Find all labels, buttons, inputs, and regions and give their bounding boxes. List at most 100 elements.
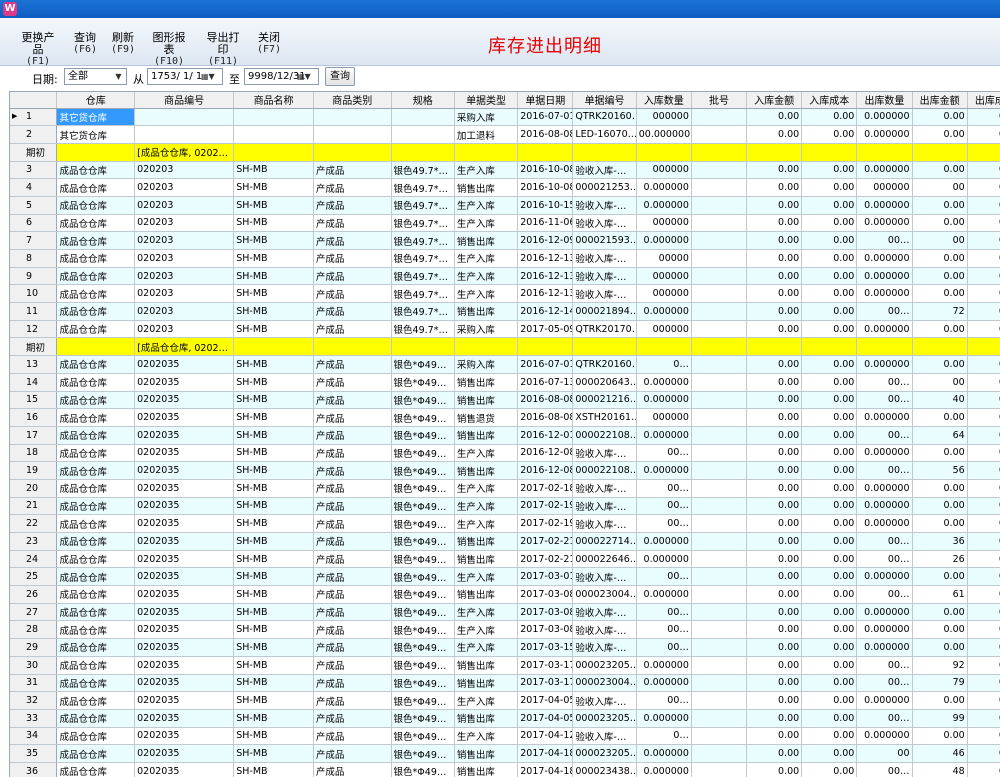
table-cell[interactable]: 销售出库 bbox=[454, 656, 519, 675]
table-cell[interactable]: 产成品 bbox=[313, 514, 392, 533]
table-cell[interactable]: 0.00 bbox=[801, 461, 858, 480]
row-header[interactable]: 23 bbox=[10, 532, 58, 551]
table-cell[interactable] bbox=[746, 337, 803, 357]
table-cell[interactable]: [成品仓仓库, 0202… bbox=[134, 337, 235, 357]
table-cell[interactable]: 银色*Φ49… bbox=[391, 709, 455, 728]
table-cell[interactable]: 银色49.7*… bbox=[391, 161, 455, 180]
table-cell[interactable]: 0202035 bbox=[134, 674, 235, 693]
table-cell[interactable] bbox=[691, 178, 748, 197]
table-cell[interactable]: 00… bbox=[636, 479, 692, 498]
table-cell[interactable]: 2017-04-05 bbox=[517, 691, 574, 710]
table-cell[interactable]: 产成品 bbox=[313, 585, 392, 604]
table-row[interactable]: 4 成品仓仓库 020203 SH-MB 产成品 银色49.7*… 销售出库 2016-10-… bbox=[10, 178, 1000, 197]
table-cell[interactable]: 销售出库 bbox=[454, 532, 519, 551]
table-cell[interactable]: 产成品 bbox=[313, 479, 392, 498]
table-cell[interactable]: 产成品 bbox=[313, 638, 392, 657]
table-cell[interactable]: LED-16070… bbox=[572, 125, 637, 144]
table-cell[interactable]: SH-MB bbox=[233, 497, 314, 516]
table-cell[interactable]: 0.00 bbox=[801, 249, 858, 268]
table-cell[interactable]: 0202035 bbox=[134, 603, 235, 622]
table-cell[interactable]: 验收入库-… bbox=[572, 567, 637, 587]
table-cell[interactable] bbox=[691, 143, 748, 162]
table-cell[interactable]: 000000 bbox=[636, 161, 692, 180]
table-cell[interactable]: 销售出库 bbox=[454, 178, 519, 197]
table-cell[interactable]: 0.00 bbox=[967, 355, 1000, 374]
table-cell[interactable] bbox=[233, 108, 314, 127]
table-cell[interactable]: 0.00 bbox=[801, 620, 858, 640]
table-cell[interactable]: 2017-02-18 bbox=[517, 479, 574, 498]
table-cell[interactable]: 银色*Φ49… bbox=[391, 373, 455, 392]
table-cell[interactable]: 0.000000 bbox=[856, 567, 913, 587]
table-cell[interactable] bbox=[691, 497, 748, 516]
table-cell[interactable] bbox=[517, 143, 574, 162]
table-cell[interactable]: 0.00 bbox=[912, 603, 968, 622]
table-cell[interactable]: SH-MB bbox=[233, 727, 314, 746]
row-header[interactable]: 19 bbox=[10, 461, 58, 480]
table-cell[interactable]: 00.000000 bbox=[636, 125, 692, 144]
row-header[interactable]: 34 bbox=[10, 727, 58, 746]
table-cell[interactable]: 成品仓仓库 bbox=[56, 567, 136, 587]
table-row[interactable]: 7 成品仓仓库 020203 SH-MB 产成品 银色49.7*… 销售出库 2016-12-… bbox=[10, 231, 1000, 250]
table-cell[interactable] bbox=[746, 143, 803, 162]
table-cell[interactable]: 成品仓仓库 bbox=[56, 691, 136, 710]
table-cell[interactable]: 000023004… bbox=[572, 585, 637, 604]
table-cell[interactable]: 0.00 bbox=[746, 267, 803, 286]
table-cell[interactable]: 成品仓仓库 bbox=[56, 214, 136, 233]
table-cell[interactable]: 0202035 bbox=[134, 585, 235, 604]
table-cell[interactable]: 成品仓仓库 bbox=[56, 479, 136, 498]
row-header[interactable]: 36 bbox=[10, 762, 58, 777]
table-cell[interactable]: 0.00 bbox=[801, 125, 858, 144]
table-cell[interactable] bbox=[801, 337, 858, 357]
table-cell[interactable]: 00… bbox=[636, 691, 692, 710]
table-cell[interactable]: 0.00 bbox=[967, 497, 1000, 516]
table-cell[interactable]: 00… bbox=[636, 444, 692, 463]
table-cell[interactable]: SH-MB bbox=[233, 426, 314, 445]
table-cell[interactable]: 销售出库 bbox=[454, 550, 519, 569]
table-cell[interactable]: 000023205… bbox=[572, 709, 637, 728]
table-cell[interactable]: 0.00 bbox=[967, 391, 1000, 410]
table-cell[interactable]: 0.00 bbox=[801, 691, 858, 710]
table-cell[interactable]: 0.00 bbox=[967, 709, 1000, 728]
table-row[interactable]: 11 成品仓仓库 020203 SH-MB 产成品 银色49.7*… 销售出库 2016-12… bbox=[10, 302, 1000, 321]
table-cell[interactable]: 0.00 bbox=[801, 302, 858, 321]
table-cell[interactable]: 验收入库-… bbox=[572, 603, 637, 622]
row-header[interactable]: 26 bbox=[10, 585, 58, 604]
table-cell[interactable] bbox=[691, 302, 748, 321]
table-cell[interactable] bbox=[691, 691, 748, 710]
table-cell[interactable]: 生产入库 bbox=[454, 727, 519, 746]
table-cell[interactable] bbox=[691, 461, 748, 480]
row-header[interactable]: 8 bbox=[10, 249, 58, 268]
table-cell[interactable]: 000000 bbox=[636, 267, 692, 286]
table-cell[interactable]: 0.00 bbox=[746, 514, 803, 533]
table-cell[interactable]: 0.00 bbox=[967, 514, 1000, 533]
table-cell[interactable] bbox=[691, 125, 748, 144]
table-cell[interactable]: 0… bbox=[636, 355, 692, 374]
table-cell[interactable]: 2016-12-14 bbox=[517, 302, 574, 321]
table-cell[interactable]: QTRK20170… bbox=[572, 320, 637, 339]
table-cell[interactable]: 0.00 bbox=[801, 391, 858, 410]
table-cell[interactable]: 2017-03-08 bbox=[517, 620, 574, 640]
table-cell[interactable]: 成品仓仓库 bbox=[56, 674, 136, 693]
table-cell[interactable]: 00 bbox=[912, 178, 968, 197]
table-cell[interactable]: 产成品 bbox=[313, 691, 392, 710]
table-cell[interactable]: 000000 bbox=[636, 108, 692, 127]
table-cell[interactable] bbox=[691, 532, 748, 551]
row-header[interactable]: 21 bbox=[10, 497, 58, 516]
table-cell[interactable]: 00… bbox=[636, 497, 692, 516]
table-cell[interactable]: 0.00 bbox=[801, 638, 858, 657]
table-cell[interactable]: 0.00 bbox=[967, 426, 1000, 445]
table-cell[interactable]: 00… bbox=[856, 550, 913, 569]
table-cell[interactable]: 0.00 bbox=[746, 762, 803, 777]
table-cell[interactable]: 0.000000 bbox=[636, 550, 692, 569]
table-cell[interactable]: 020203 bbox=[134, 249, 235, 268]
table-cell[interactable]: 采购入库 bbox=[454, 320, 519, 339]
date-range-select[interactable]: 全部 ▼ bbox=[64, 68, 127, 85]
table-cell[interactable]: 销售退货 bbox=[454, 408, 519, 427]
table-cell[interactable]: 2016-12-01 bbox=[517, 426, 574, 445]
table-cell[interactable]: 销售出库 bbox=[454, 461, 519, 480]
table-cell[interactable]: 000021216… bbox=[572, 391, 637, 410]
table-cell[interactable]: 0.00 bbox=[912, 408, 968, 427]
table-cell[interactable]: 000000 bbox=[636, 214, 692, 233]
table-cell[interactable]: 其它货仓库 bbox=[56, 108, 136, 127]
table-cell[interactable]: 银色49.7*… bbox=[391, 320, 455, 339]
